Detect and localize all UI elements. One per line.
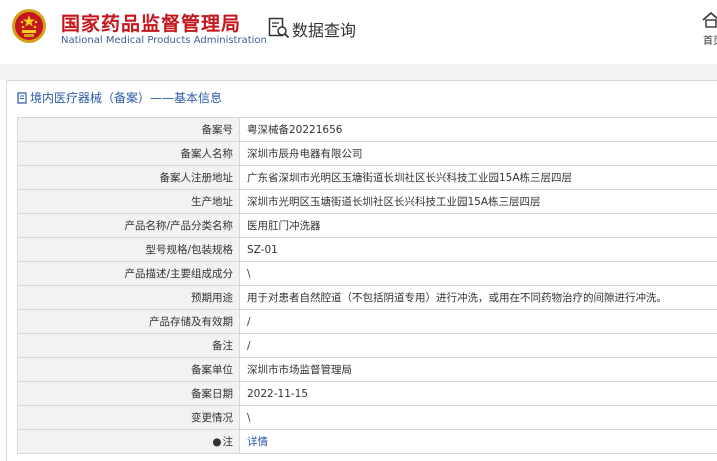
field-label: 产品描述/主要组成成分: [18, 262, 240, 286]
field-value: /: [240, 334, 717, 358]
field-value: \: [240, 262, 717, 286]
table-row: 备案号粤深械备20221656: [18, 118, 717, 142]
breadcrumb: 境内医疗器械（备案）——基本信息: [17, 89, 222, 106]
national-emblem-icon: [11, 8, 47, 44]
org-name-en[interactable]: National Medical Products Administration: [61, 35, 267, 46]
field-label: 预期用途: [18, 286, 240, 310]
table-row: 变更情况\: [18, 406, 717, 430]
table-row: 产品名称/产品分类名称医用肛门冲洗器: [18, 214, 717, 238]
note-value-cell: 详情: [240, 430, 717, 454]
field-label: 备案人名称: [18, 142, 240, 166]
details-link[interactable]: 详情: [247, 436, 268, 448]
home-icon[interactable]: [702, 12, 717, 28]
field-label: 产品存储及有效期: [18, 310, 240, 334]
section-title: 数据查询: [292, 17, 356, 41]
site-header: 国家药品监督管理局 National Medical Products Admi…: [0, 0, 717, 64]
field-label: 型号规格/包装规格: [18, 238, 240, 262]
field-label: 生产地址: [18, 190, 240, 214]
note-row: ●注详情: [18, 430, 717, 454]
table-row: 备案日期2022-11-15: [18, 382, 717, 406]
table-row: 备案人注册地址广东省深圳市光明区玉塘街道长圳社区长兴科技工业园15A栋三层四层: [18, 166, 717, 190]
field-label: 备案号: [18, 118, 240, 142]
note-label-cell: ●注: [18, 430, 240, 454]
table-row: 预期用途用于对患者自然腔道（不包括阴道专用）进行冲洗，或用在不同药物治疗的间隙进…: [18, 286, 717, 310]
field-value: 用于对患者自然腔道（不包括阴道专用）进行冲洗，或用在不同药物治疗的间隙进行冲洗。: [240, 286, 717, 310]
field-value: 深圳市光明区玉塘街道长圳社区长兴科技工业园15A栋三层四层: [240, 190, 717, 214]
table-row: 生产地址深圳市光明区玉塘街道长圳社区长兴科技工业园15A栋三层四层: [18, 190, 717, 214]
table-row: 型号规格/包装规格SZ-01: [18, 238, 717, 262]
field-label: 备案人注册地址: [18, 166, 240, 190]
field-value: 深圳市市场监督管理局: [240, 358, 717, 382]
field-value: 医用肛门冲洗器: [240, 214, 717, 238]
field-value: 2022-11-15: [240, 382, 717, 406]
document-search-icon: [268, 17, 290, 39]
field-label: 备注: [18, 334, 240, 358]
field-label: 备案日期: [18, 382, 240, 406]
field-value: /: [240, 310, 717, 334]
header-separator: [0, 64, 717, 80]
table-row: 产品描述/主要组成成分\: [18, 262, 717, 286]
field-label: 备案单位: [18, 358, 240, 382]
record-table: 备案号粤深械备20221656备案人名称深圳市辰舟电器有限公司备案人注册地址广东…: [17, 117, 717, 454]
org-name-cn[interactable]: 国家药品监督管理局: [61, 9, 241, 36]
field-value: SZ-01: [240, 238, 717, 262]
table-row: 产品存储及有效期/: [18, 310, 717, 334]
home-link[interactable]: 首页: [703, 32, 717, 47]
field-value: \: [240, 406, 717, 430]
field-value: 广东省深圳市光明区玉塘街道长圳社区长兴科技工业园15A栋三层四层: [240, 166, 717, 190]
detail-panel: 境内医疗器械（备案）——基本信息 备案号粤深械备20221656备案人名称深圳市…: [6, 80, 717, 461]
table-row: 备注/: [18, 334, 717, 358]
note-bullet-icon: ●: [212, 436, 221, 448]
field-label: 变更情况: [18, 406, 240, 430]
table-row: 备案单位深圳市市场监督管理局: [18, 358, 717, 382]
table-row: 备案人名称深圳市辰舟电器有限公司: [18, 142, 717, 166]
field-value: 粤深械备20221656: [240, 118, 717, 142]
document-icon: [17, 92, 28, 104]
breadcrumb-text: 境内医疗器械（备案）——基本信息: [30, 91, 222, 105]
field-label: 产品名称/产品分类名称: [18, 214, 240, 238]
note-label: 注: [223, 436, 234, 448]
field-value: 深圳市辰舟电器有限公司: [240, 142, 717, 166]
